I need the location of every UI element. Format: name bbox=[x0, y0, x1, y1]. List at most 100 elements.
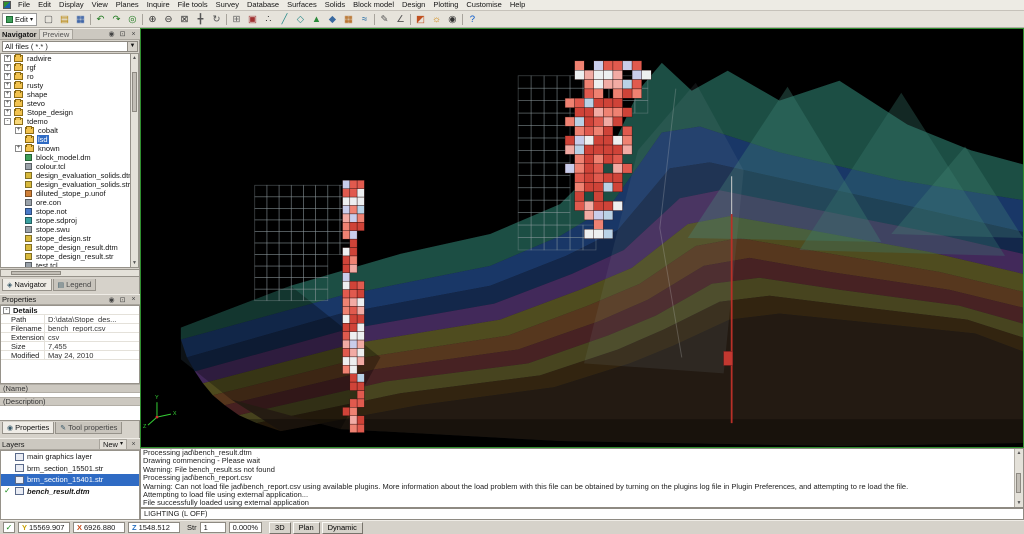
dynamic-mode-button[interactable]: Dynamic bbox=[322, 522, 363, 534]
tree-item[interactable]: test.tcl bbox=[1, 261, 130, 268]
tree-item[interactable]: - tdemo bbox=[1, 117, 130, 126]
tree-item[interactable]: design_evaluation_solids.str bbox=[1, 180, 130, 189]
viewport-3d[interactable]: Y X Z bbox=[140, 28, 1024, 448]
menu-file[interactable]: File bbox=[14, 0, 34, 10]
expand-toggle-icon[interactable]: + bbox=[4, 55, 11, 62]
menu-view[interactable]: View bbox=[88, 0, 112, 10]
expand-toggle-icon[interactable]: + bbox=[4, 109, 11, 116]
expand-toggle-icon[interactable]: - bbox=[4, 118, 11, 125]
close-icon[interactable]: × bbox=[129, 31, 138, 38]
tree-item[interactable]: colour.tcl bbox=[1, 162, 130, 171]
expand-toggle-icon[interactable] bbox=[15, 190, 22, 197]
zoom-out-icon[interactable]: ⊖ bbox=[161, 12, 176, 27]
float-icon[interactable]: ⊡ bbox=[118, 296, 127, 304]
menu-solids[interactable]: Solids bbox=[321, 0, 349, 10]
preview-button[interactable]: Preview bbox=[39, 29, 74, 40]
expand-toggle-icon[interactable]: + bbox=[15, 145, 22, 152]
menu-display[interactable]: Display bbox=[55, 0, 88, 10]
pin-icon[interactable]: ◉ bbox=[107, 296, 116, 304]
help-icon[interactable]: ? bbox=[465, 12, 480, 27]
menu-customise[interactable]: Customise bbox=[462, 0, 505, 10]
scroll-up-icon[interactable]: ▲ bbox=[131, 55, 138, 61]
open-folder-icon[interactable]: ▤ bbox=[57, 12, 72, 27]
tree-item[interactable]: lsd bbox=[1, 135, 130, 144]
z-coordinate-field[interactable]: Z 1548.512 bbox=[128, 522, 180, 533]
tree-horizontal-scrollbar[interactable] bbox=[0, 269, 140, 277]
tree-item[interactable]: ore.con bbox=[1, 198, 130, 207]
scrollbar-thumb[interactable] bbox=[132, 72, 137, 112]
menu-design[interactable]: Design bbox=[398, 0, 429, 10]
tree-item[interactable]: + rgf bbox=[1, 63, 130, 72]
rotate-view-icon[interactable]: ↻ bbox=[209, 12, 224, 27]
expand-toggle-icon[interactable] bbox=[15, 136, 22, 143]
tree-item[interactable]: stope.not bbox=[1, 207, 130, 216]
zoom-in-icon[interactable]: ⊕ bbox=[145, 12, 160, 27]
expand-toggle-icon[interactable] bbox=[15, 235, 22, 242]
menu-survey[interactable]: Survey bbox=[212, 0, 243, 10]
grade-percent-input[interactable]: 0.000% bbox=[229, 522, 262, 533]
tab-navigator[interactable]: ◈ Navigator bbox=[2, 279, 52, 291]
tree-item[interactable]: block_model.dm bbox=[1, 153, 130, 162]
tree-item[interactable]: + shape bbox=[1, 90, 130, 99]
expand-toggle-icon[interactable] bbox=[15, 154, 22, 161]
pan-icon[interactable]: ╋ bbox=[193, 12, 208, 27]
console-scrollbar[interactable]: ▲ ▼ bbox=[1014, 449, 1023, 507]
layers-icon[interactable]: ▣ bbox=[245, 12, 260, 27]
expand-toggle-icon[interactable] bbox=[15, 181, 22, 188]
expand-toggle-icon[interactable]: + bbox=[15, 127, 22, 134]
scroll-down-icon[interactable]: ▼ bbox=[1015, 500, 1023, 506]
point-icon[interactable]: ∴ bbox=[261, 12, 276, 27]
zoom-extents-icon[interactable]: ⊠ bbox=[177, 12, 192, 27]
toolbar-separator[interactable] bbox=[89, 13, 92, 26]
plan-view-button[interactable]: Plan bbox=[293, 522, 320, 534]
menu-block-model[interactable]: Block model bbox=[349, 0, 398, 10]
tree-item[interactable]: + known bbox=[1, 144, 130, 153]
grid-icon[interactable]: ⊞ bbox=[229, 12, 244, 27]
tree-item[interactable]: stope.swu bbox=[1, 225, 130, 234]
expand-toggle-icon[interactable]: + bbox=[4, 91, 11, 98]
edit-layer-dropdown[interactable]: Edit ▾ bbox=[2, 13, 37, 26]
menu-database[interactable]: Database bbox=[243, 0, 283, 10]
tree-item[interactable]: stope_design.str bbox=[1, 234, 130, 243]
menu-plotting[interactable]: Plotting bbox=[429, 0, 462, 10]
expand-toggle-icon[interactable]: + bbox=[4, 100, 11, 107]
expand-toggle-icon[interactable]: + bbox=[4, 73, 11, 80]
expand-toggle-icon[interactable] bbox=[15, 253, 22, 260]
save-icon[interactable]: ▦ bbox=[73, 12, 88, 27]
light-icon[interactable]: ☼ bbox=[429, 12, 444, 27]
string-icon[interactable]: ≈ bbox=[357, 12, 372, 27]
toolbar-separator[interactable] bbox=[409, 13, 412, 26]
measure-icon[interactable]: ∠ bbox=[393, 12, 408, 27]
expand-toggle-icon[interactable]: + bbox=[4, 64, 11, 71]
block-model-icon[interactable]: ▦ bbox=[341, 12, 356, 27]
tab-properties[interactable]: ◉ Properties bbox=[2, 422, 54, 434]
tree-item[interactable]: stope.sdproj bbox=[1, 216, 130, 225]
toolbar-separator[interactable] bbox=[225, 13, 228, 26]
tab-legend[interactable]: ▤ Legend bbox=[53, 279, 97, 291]
surface-icon[interactable]: ▲ bbox=[309, 12, 324, 27]
expand-toggle-icon[interactable] bbox=[15, 244, 22, 251]
tree-item[interactable]: stope_design_result.str bbox=[1, 252, 130, 261]
layer-item-brm-section-15401[interactable]: brm_section_15401.str bbox=[1, 474, 139, 486]
solid-icon[interactable]: ◆ bbox=[325, 12, 340, 27]
scrollbar-thumb[interactable] bbox=[1016, 473, 1021, 493]
close-icon[interactable]: × bbox=[129, 441, 138, 448]
layer-item-brm-section-15501[interactable]: brm_section_15501.str bbox=[1, 463, 139, 475]
tree-item[interactable]: + ro bbox=[1, 72, 130, 81]
pencil-icon[interactable]: ✎ bbox=[377, 12, 392, 27]
expand-toggle-icon[interactable]: + bbox=[4, 82, 11, 89]
layer-item-main-graphics[interactable]: main graphics layer bbox=[1, 451, 139, 463]
collapse-icon[interactable]: - bbox=[3, 307, 10, 314]
mode-3d-button[interactable]: 3D bbox=[269, 522, 291, 534]
tree-item[interactable]: + rusty bbox=[1, 81, 130, 90]
camera-icon[interactable]: ◉ bbox=[445, 12, 460, 27]
close-icon[interactable]: × bbox=[129, 296, 138, 303]
tree-vertical-scrollbar[interactable]: ▲ ▼ bbox=[130, 53, 139, 268]
tree-item[interactable]: + cobalt bbox=[1, 126, 130, 135]
layer-item-bench-result[interactable]: ✓ bench_result.dtm bbox=[1, 486, 139, 498]
x-coordinate-field[interactable]: X 6926.880 bbox=[73, 522, 125, 533]
toolbar-separator[interactable] bbox=[141, 13, 144, 26]
expand-toggle-icon[interactable] bbox=[15, 226, 22, 233]
toolbar-separator[interactable] bbox=[373, 13, 376, 26]
scroll-up-icon[interactable]: ▲ bbox=[1015, 450, 1023, 456]
